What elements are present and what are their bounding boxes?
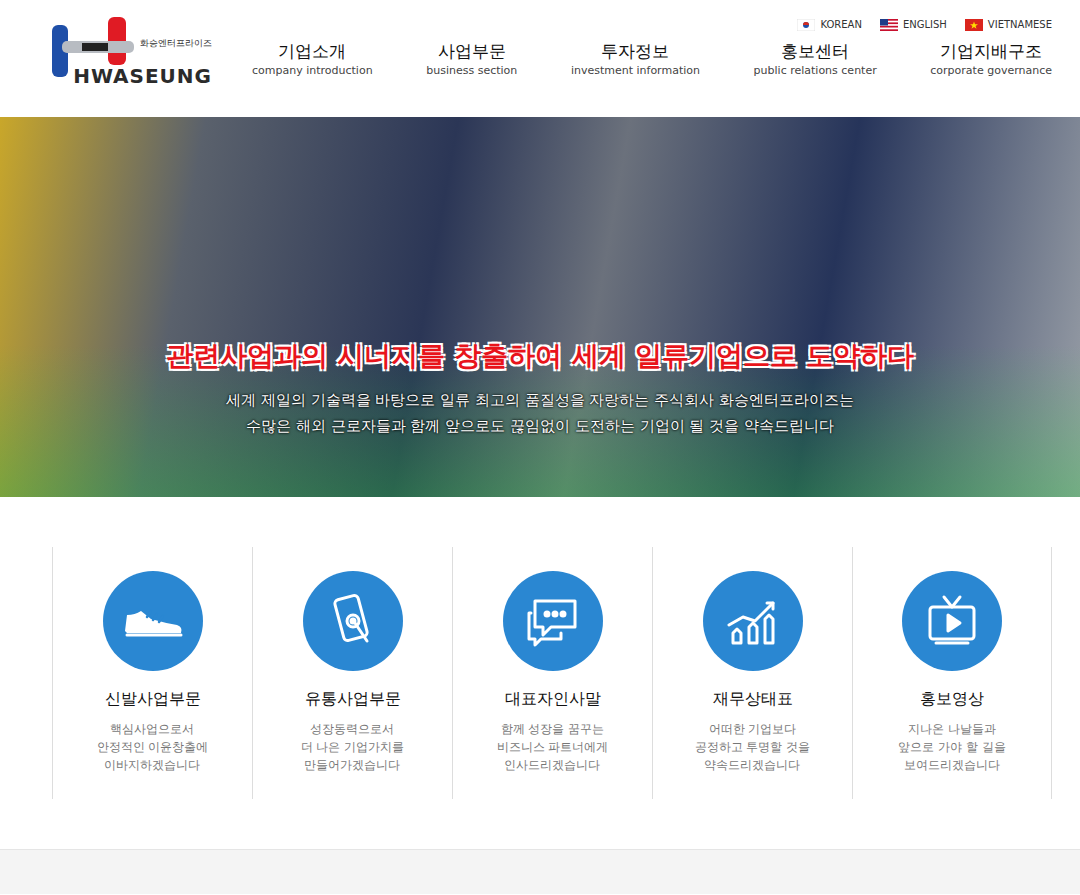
card-description: 지나온 나날들과앞으로 가야 할 길을보여드리겠습니다 <box>898 720 1005 774</box>
card-title: 신발사업부문 <box>105 689 201 710</box>
nav-item[interactable]: 기업소개company introduction <box>252 40 373 79</box>
chart-icon <box>721 589 785 653</box>
flag-vn-icon <box>965 19 983 31</box>
logo[interactable]: 화승엔터프라이즈 HWASEUNG <box>0 0 212 117</box>
language-link[interactable]: VIETNAMESE <box>965 9 1052 40</box>
tv-icon <box>920 589 984 653</box>
hero-text: 수많은 해외 근로자들과 함께 앞으로도 끊임없이 도전하는 기업이 될 것을 … <box>246 413 834 439</box>
flag-us-icon <box>880 19 898 31</box>
card[interactable]: 신발사업부문핵심사업으로서안정적인 이윤창출에이바지하겠습니다 <box>52 547 252 799</box>
hero-banner: 관련사업과의 시너지를 창출하여 세계 일류기업으로 도약하다세계 제일의 기술… <box>0 117 1080 497</box>
card-description: 성장동력으로서더 나은 기업가치를만들어가겠습니다 <box>301 720 405 774</box>
card-row: 신발사업부문핵심사업으로서안정적인 이윤창출에이바지하겠습니다유통사업부문성장동… <box>0 497 1080 849</box>
language-link[interactable]: ENGLISH <box>880 9 947 40</box>
phone-icon <box>321 589 385 653</box>
hero-heading: 관련사업과의 시너지를 창출하여 세계 일류기업으로 도약하다 <box>166 339 915 373</box>
card-description: 함께 성장을 꿈꾸는비즈니스 파트너에게인사드리겠습니다 <box>497 720 609 774</box>
card-description: 어떠한 기업보다공정하고 투명할 것을약속드리겠습니다 <box>695 720 811 774</box>
logo-korean: 화승엔터프라이즈 <box>140 37 212 50</box>
nav-item[interactable]: 사업부문business section <box>426 40 517 79</box>
card-title: 재무상태표 <box>713 689 793 710</box>
nav-item[interactable]: 투자정보investment information <box>571 40 700 79</box>
card[interactable]: 유통사업부문성장동력으로서더 나은 기업가치를만들어가겠습니다 <box>252 547 452 799</box>
card-title: 유통사업부문 <box>305 689 401 710</box>
header: 화승엔터프라이즈HWASEUNGKOREANENGLISHVIETNAMESE기… <box>0 0 1080 117</box>
card[interactable]: 대표자인사말함께 성장을 꿈꾸는비즈니스 파트너에게인사드리겠습니다 <box>452 547 652 799</box>
flag-kr-icon <box>797 19 815 31</box>
language-link[interactable]: KOREAN <box>797 9 861 40</box>
card[interactable]: 재무상태표어떠한 기업보다공정하고 투명할 것을약속드리겠습니다 <box>652 547 852 799</box>
nav-item[interactable]: 홍보센터public relations center <box>754 40 877 79</box>
logo-english: HWASEUNG <box>73 64 212 88</box>
hero-text: 세계 제일의 기술력을 바탕으로 일류 최고의 품질성을 자랑하는 주식회사 화… <box>226 387 854 413</box>
page: 화승엔터프라이즈HWASEUNGKOREANENGLISHVIETNAMESE기… <box>0 0 1080 894</box>
shoe-icon <box>121 589 185 653</box>
card[interactable]: 홍보영상지나온 나날들과앞으로 가야 할 길을보여드리겠습니다 <box>852 547 1052 799</box>
nav-item[interactable]: 기업지배구조corporate governance <box>930 40 1052 79</box>
main-nav: 기업소개company introduction 사업부문business sec… <box>212 40 1080 79</box>
chat-icon <box>521 589 585 653</box>
language-bar: KOREAN ENGLISH VIETNAMESE <box>212 0 1080 40</box>
footer <box>0 849 1080 894</box>
card-title: 대표자인사말 <box>505 689 601 710</box>
card-description: 핵심사업으로서안정적인 이윤창출에이바지하겠습니다 <box>97 720 209 774</box>
card-title: 홍보영상 <box>920 689 984 710</box>
